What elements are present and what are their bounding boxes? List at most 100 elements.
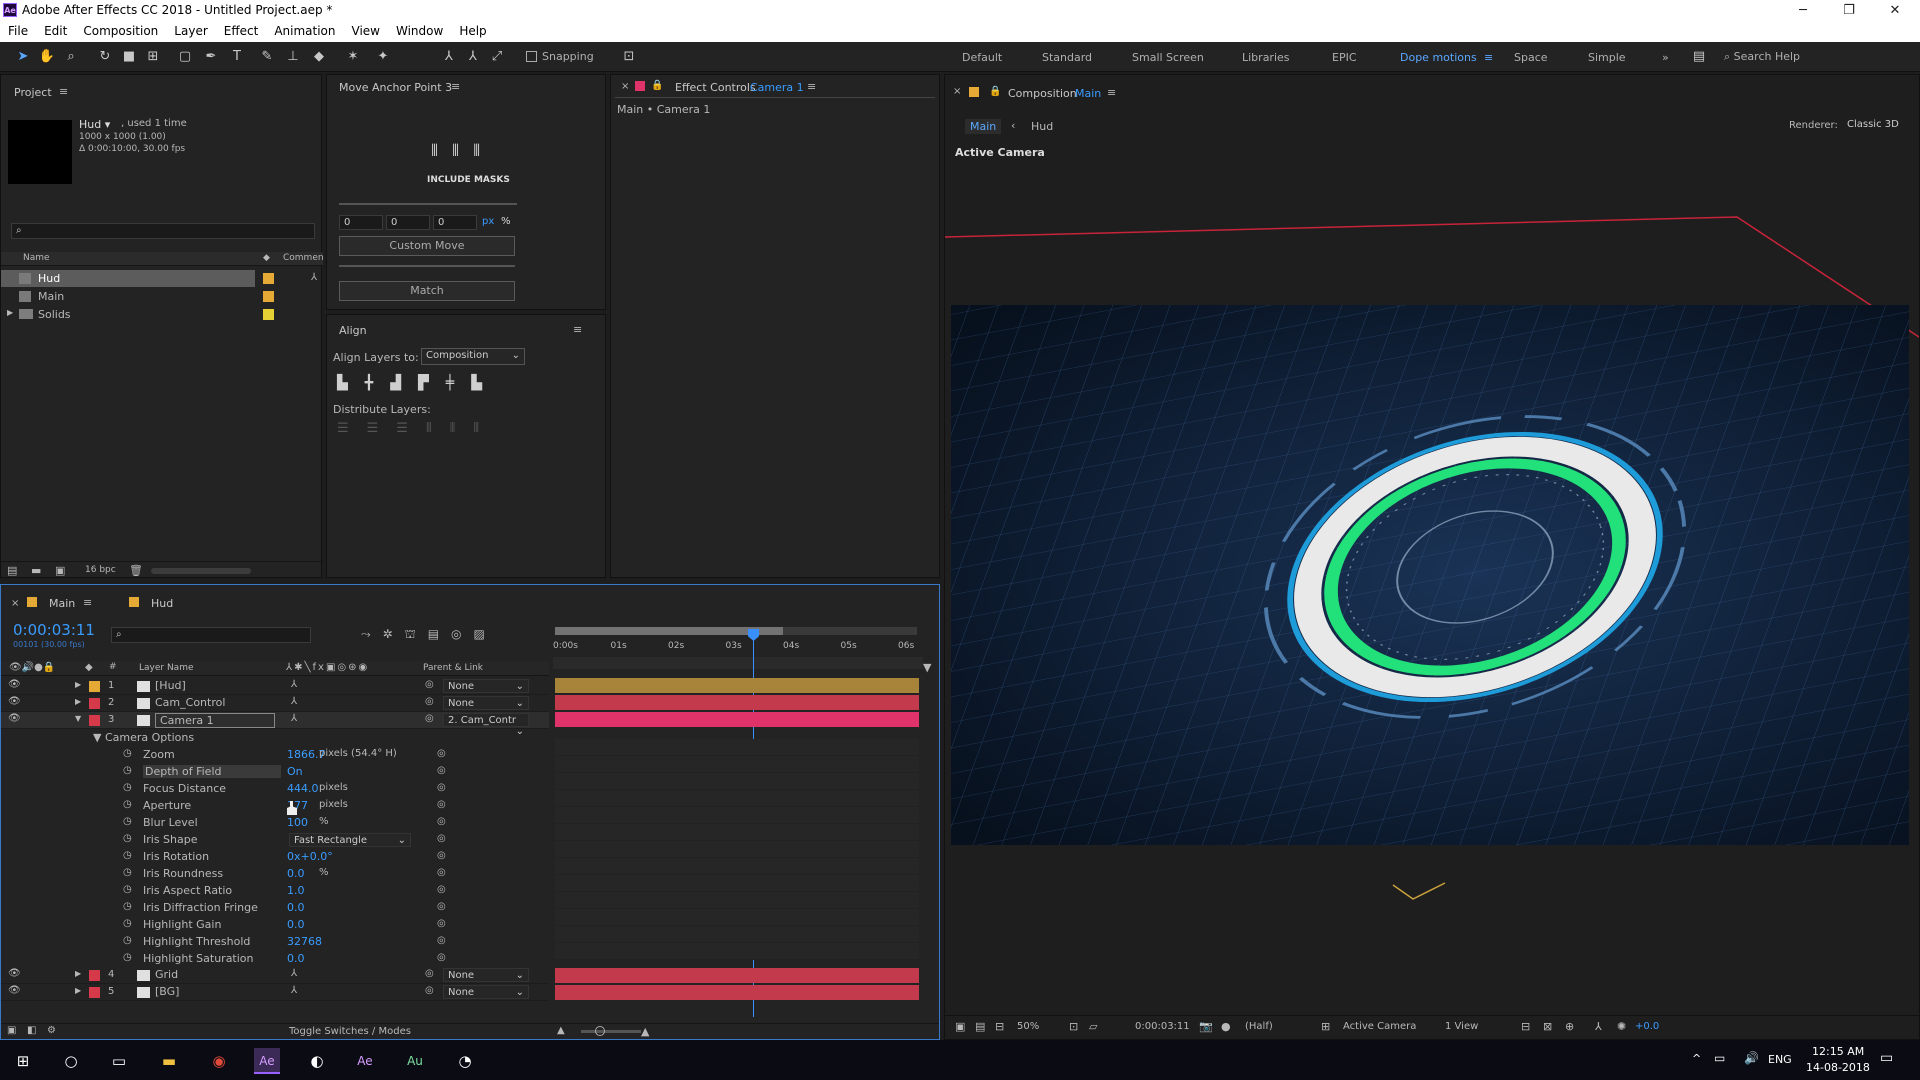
expression-pick-whip-icon[interactable]: ◎ xyxy=(437,799,446,810)
property-row[interactable]: ◷ Aperture 177 pixels ◎ xyxy=(1,798,549,815)
view-axis-icon[interactable]: ⤢ xyxy=(488,48,506,66)
parent-dropdown[interactable]: None ⌄ xyxy=(443,985,529,999)
flowchart-icon[interactable]: ⅄ xyxy=(1595,1020,1602,1033)
close-tab-icon[interactable]: × xyxy=(953,86,961,97)
expression-pick-whip-icon[interactable]: ◎ xyxy=(437,884,446,895)
property-track[interactable] xyxy=(555,926,919,943)
zoom-tool-icon[interactable]: ⌕ xyxy=(62,48,80,66)
distribute-buttons-row[interactable]: ☰☰☰⦀⦀⦀ xyxy=(337,421,497,436)
property-track[interactable] xyxy=(555,892,919,909)
parent-dropdown[interactable]: None ⌄ xyxy=(443,679,529,693)
stopwatch-icon[interactable]: ◷ xyxy=(123,952,132,963)
layer-name[interactable]: [Hud] xyxy=(155,679,186,692)
anchor-position-buttons-icon[interactable]: ⦀⦀⦀ xyxy=(431,141,494,161)
snapping-checkbox[interactable] xyxy=(526,51,537,62)
property-track[interactable] xyxy=(555,943,919,960)
align-vcenter-icon[interactable]: ╪ xyxy=(446,375,471,391)
layer-duration-bar[interactable] xyxy=(555,695,919,710)
trash-icon[interactable]: 🗑 xyxy=(129,564,143,577)
stopwatch-icon[interactable]: ◷ xyxy=(123,901,132,912)
expression-pick-whip-icon[interactable]: ◎ xyxy=(437,816,446,827)
workspace-layout-icon[interactable]: ▤ xyxy=(1690,48,1708,66)
fit-icon[interactable]: ⊡ xyxy=(1069,1020,1078,1033)
timeline-menu-icon[interactable]: ≡ xyxy=(83,596,92,609)
layer-name[interactable]: Camera 1 xyxy=(155,713,275,728)
workspace-libraries[interactable]: Libraries xyxy=(1242,51,1290,64)
zoom-slider-thumb[interactable] xyxy=(595,1026,605,1036)
align-menu-icon[interactable]: ≡ xyxy=(573,323,582,336)
layer-name[interactable]: Cam_Control xyxy=(155,696,225,709)
expression-pick-whip-icon[interactable]: ◎ xyxy=(437,935,446,946)
search-help-field[interactable]: ⌕ Search Help xyxy=(1724,50,1914,64)
clock-time[interactable]: 12:15 AM xyxy=(1812,1045,1864,1058)
stopwatch-icon[interactable]: ◷ xyxy=(123,918,132,929)
pick-whip-icon[interactable]: ◎ xyxy=(425,679,434,690)
property-value[interactable]: 0.0 xyxy=(287,918,305,931)
timeline-switches-row[interactable]: ⤳✲⛫▤◎▨ xyxy=(361,627,497,643)
project-menu-icon[interactable]: ≡ xyxy=(59,85,68,98)
chrome-icon[interactable]: ◉ xyxy=(206,1048,232,1074)
minimize-button[interactable]: ─ xyxy=(1780,1,1826,21)
align-bottom-icon[interactable]: ▙ xyxy=(471,375,499,391)
layer-duration-bar[interactable] xyxy=(555,678,919,693)
menu-window[interactable]: Window xyxy=(388,22,451,38)
fast-preview-icon[interactable]: ⊞ xyxy=(1321,1020,1330,1033)
layer-name[interactable]: [BG] xyxy=(155,985,179,998)
project-selected-name[interactable]: Hud ▾ xyxy=(79,118,110,131)
label-color-swatch[interactable] xyxy=(263,309,274,320)
layer-label-swatch[interactable] xyxy=(89,970,100,981)
layer-switches-pane-icon[interactable]: ▣ xyxy=(7,1025,16,1036)
after-effects-2-taskbar-icon[interactable]: Ae xyxy=(352,1048,378,1074)
property-track[interactable] xyxy=(555,739,919,756)
property-row[interactable]: ◷ Iris Roundness 0.0% ◎ xyxy=(1,866,549,883)
flowchart-icon[interactable]: ⅄ xyxy=(311,272,317,283)
expand-arrow-icon[interactable]: ▶ xyxy=(7,308,13,317)
eye-visibility-icon[interactable]: 👁 xyxy=(8,985,21,996)
exposure-value[interactable]: +0.0 xyxy=(1635,1021,1659,1032)
type-tool-icon[interactable]: T xyxy=(228,48,246,66)
pick-whip-icon[interactable]: ◎ xyxy=(425,985,434,996)
expression-pick-whip-icon[interactable]: ◎ xyxy=(437,833,446,844)
camera-tool-icon[interactable]: ■ xyxy=(120,48,138,66)
parent-dropdown[interactable]: 2. Cam_Contr ⌄ xyxy=(443,713,529,737)
match-button[interactable]: Match xyxy=(339,281,515,301)
layer-row[interactable]: 👁 ▶ 5 [BG] ⅄ ◎ None ⌄ xyxy=(1,984,549,1001)
align-hcenter-icon[interactable]: ╋ xyxy=(365,375,390,391)
composition-title[interactable]: Composition xyxy=(1008,87,1077,100)
snapshot-icon[interactable]: 📷 xyxy=(1199,1020,1213,1033)
property-track[interactable] xyxy=(555,875,919,892)
toggle-switches-modes-button[interactable]: Toggle Switches / Modes xyxy=(289,1026,411,1037)
label-column-icon[interactable]: ◆ xyxy=(263,253,270,263)
expression-pick-whip-icon[interactable]: ◎ xyxy=(437,867,446,878)
property-value[interactable]: 100 xyxy=(287,816,308,829)
expression-pick-whip-icon[interactable]: ◎ xyxy=(437,850,446,861)
property-value[interactable]: 0.0 xyxy=(287,952,305,965)
property-row[interactable]: ◷ Highlight Threshold 32768 ◎ xyxy=(1,934,549,951)
workspace-dope-motions[interactable]: Dope motions xyxy=(1400,51,1477,64)
hand-tool-icon[interactable]: ✋ xyxy=(38,48,56,66)
property-track[interactable] xyxy=(555,824,919,841)
effect-controls-title[interactable]: Effect Controls xyxy=(675,81,756,94)
stopwatch-icon[interactable]: ◷ xyxy=(123,799,132,810)
parent-dropdown[interactable]: None ⌄ xyxy=(443,696,529,710)
property-value[interactable]: 444.0 xyxy=(287,782,319,795)
notifications-icon[interactable]: ▭ xyxy=(1880,1050,1893,1066)
expression-pick-whip-icon[interactable]: ◎ xyxy=(437,765,446,776)
label-color-swatch[interactable] xyxy=(263,291,274,302)
brush-tool-icon[interactable]: ✎ xyxy=(258,48,276,66)
toggle-pixel-aspect-icon[interactable]: ⊟ xyxy=(1521,1020,1530,1033)
pick-whip-icon[interactable]: ◎ xyxy=(425,968,434,979)
expand-arrow-icon[interactable]: ▶ xyxy=(75,680,81,689)
speed-meter-icon[interactable]: ◔ xyxy=(452,1048,478,1074)
region-of-interest-icon[interactable]: ▱ xyxy=(1089,1020,1097,1033)
rotate-tool-icon[interactable]: ↻ xyxy=(96,48,114,66)
workspace-epic[interactable]: EPIC xyxy=(1332,51,1357,64)
layer-label-swatch[interactable] xyxy=(89,715,100,726)
collapse-transform-switch-icon[interactable]: ⅄ xyxy=(291,713,297,724)
timeline-tab-hud[interactable]: Hud xyxy=(151,597,173,610)
property-value[interactable]: 0.0 xyxy=(287,867,305,880)
more-workspaces-button[interactable]: » xyxy=(1662,51,1669,64)
layer-row[interactable]: 👁 ▶ 1 [Hud] ⅄ ◎ None ⌄ xyxy=(1,678,549,695)
property-row[interactable]: ◷ Iris Rotation 0x+0.0° ◎ xyxy=(1,849,549,866)
property-value[interactable]: 0x+0.0° xyxy=(287,850,333,863)
